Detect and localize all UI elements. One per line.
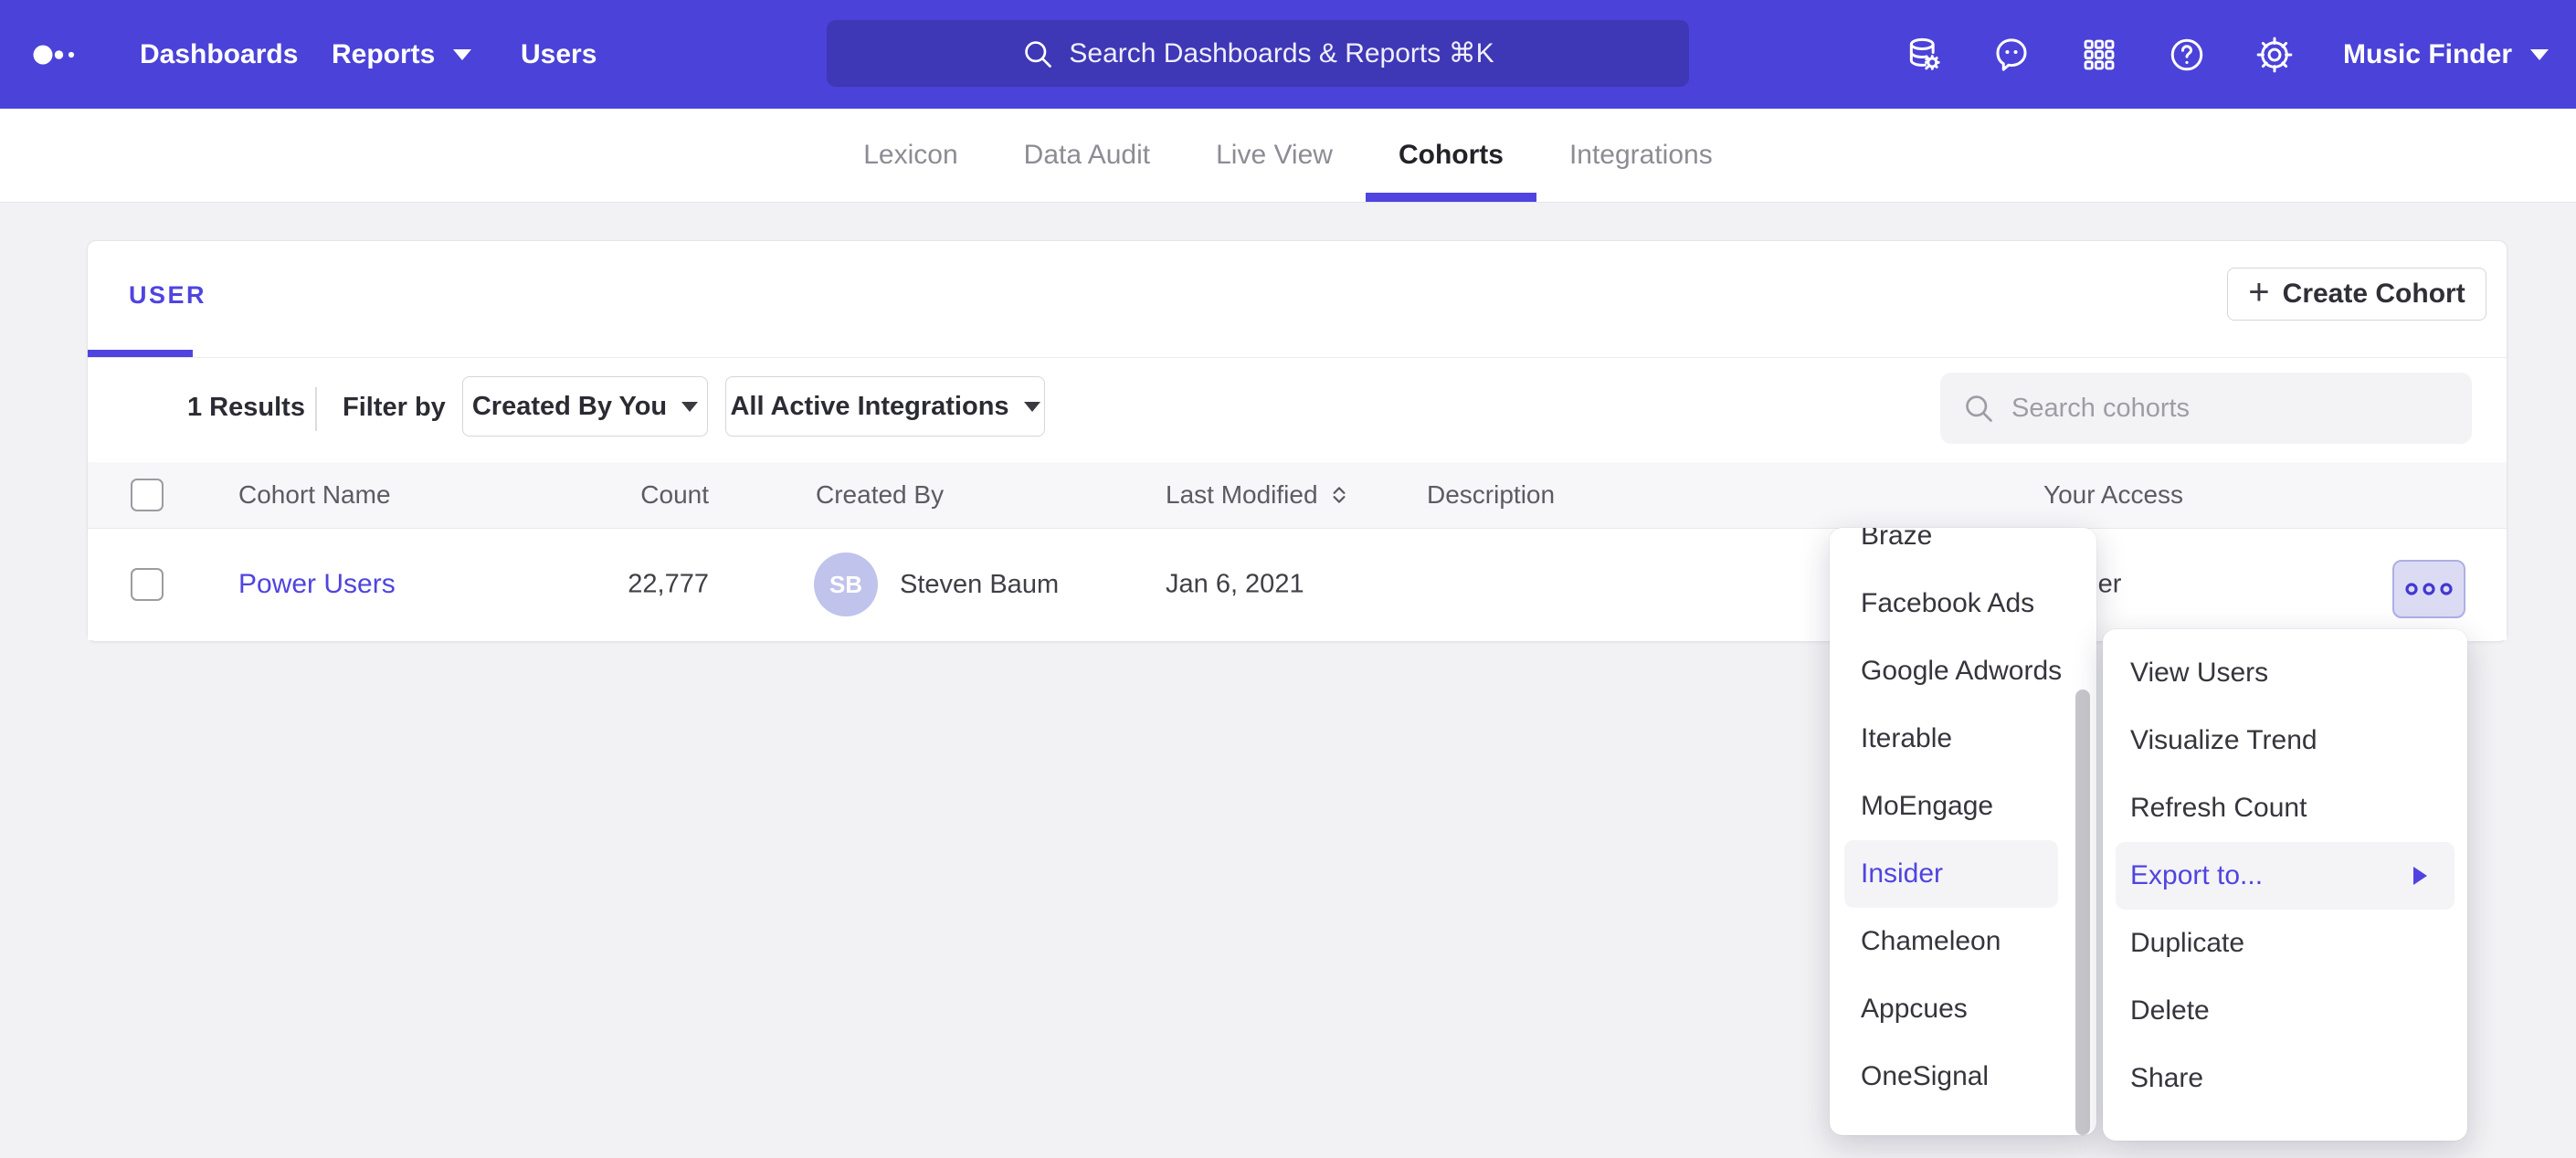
tab-integrations[interactable]: Integrations bbox=[1536, 109, 1746, 202]
settings-gear-icon[interactable] bbox=[2255, 36, 2294, 74]
row-context-menu: View Users Visualize Trend Refresh Count… bbox=[2103, 629, 2467, 1141]
last-modified-cell: Jan 6, 2021 bbox=[1166, 570, 1304, 600]
cohort-name-link[interactable]: Power Users bbox=[238, 569, 396, 600]
global-search-bar[interactable]: Search Dashboards & Reports ⌘K bbox=[827, 20, 1689, 87]
divider bbox=[88, 357, 2507, 358]
create-cohort-button[interactable]: + Create Cohort bbox=[2227, 268, 2486, 321]
brand-dots-logo-icon bbox=[33, 44, 75, 66]
menu-item-delete[interactable]: Delete bbox=[2103, 977, 2467, 1045]
plus-icon: + bbox=[2248, 274, 2269, 311]
active-tab-underline bbox=[1366, 193, 1536, 202]
section-tabs: Lexicon Data Audit Live View Cohorts Int… bbox=[0, 109, 2576, 203]
header-created-by[interactable]: Created By bbox=[816, 480, 944, 510]
tab-cohorts[interactable]: Cohorts bbox=[1366, 109, 1536, 202]
menu-item-view-users[interactable]: View Users bbox=[2103, 639, 2467, 707]
submenu-item-onesignal[interactable]: OneSignal bbox=[1830, 1043, 2096, 1111]
help-icon[interactable] bbox=[2168, 36, 2206, 74]
chevron-down-icon bbox=[2530, 49, 2549, 60]
submenu-item-moengage[interactable]: MoEngage bbox=[1830, 773, 2096, 840]
feedback-icon[interactable] bbox=[1992, 36, 2031, 74]
submenu-item-insider[interactable]: Insider bbox=[1844, 840, 2058, 908]
submenu-item-braze[interactable]: Braze bbox=[1830, 528, 2096, 570]
user-tab-underline bbox=[88, 350, 193, 357]
creator-name: Steven Baum bbox=[900, 570, 1059, 600]
data-management-icon[interactable] bbox=[1905, 36, 1943, 74]
brand-dots-logo-icon[interactable] bbox=[33, 44, 75, 66]
submenu-scrollbar[interactable] bbox=[2075, 690, 2090, 1135]
cohort-count: 22,777 bbox=[526, 570, 709, 600]
tab-cohorts-label: Cohorts bbox=[1399, 140, 1504, 171]
tab-user-cohorts[interactable]: USER bbox=[129, 281, 206, 310]
header-last-modified-label: Last Modified bbox=[1166, 480, 1318, 510]
top-nav-bar: Dashboards Reports Users Search Dashboar… bbox=[0, 0, 2576, 109]
tab-live-view[interactable]: Live View bbox=[1183, 109, 1366, 202]
menu-item-refresh-count[interactable]: Refresh Count bbox=[2103, 774, 2467, 842]
table-row: Power Users 22,777 SB Steven Baum Jan 6,… bbox=[88, 529, 2507, 640]
workspace-name: Music Finder bbox=[2343, 39, 2512, 70]
nav-item-reports[interactable]: Reports bbox=[332, 39, 471, 70]
submenu-item-appcues[interactable]: Appcues bbox=[1830, 975, 2096, 1043]
nav-item-dashboards[interactable]: Dashboards bbox=[140, 39, 298, 70]
nav-item-users[interactable]: Users bbox=[521, 39, 596, 70]
search-icon bbox=[1021, 37, 1054, 70]
submenu-item-iterable[interactable]: Iterable bbox=[1830, 705, 2096, 773]
chevron-down-icon bbox=[453, 49, 471, 60]
workspace-switcher[interactable]: Music Finder bbox=[2343, 39, 2549, 70]
create-cohort-label: Create Cohort bbox=[2283, 279, 2465, 310]
header-your-access[interactable]: Your Access bbox=[2043, 480, 2183, 510]
filter-integrations-value: All Active Integrations bbox=[730, 392, 1008, 422]
search-icon bbox=[1962, 392, 1995, 425]
header-cohort-name[interactable]: Cohort Name bbox=[238, 480, 391, 510]
menu-item-visualize-trend[interactable]: Visualize Trend bbox=[2103, 707, 2467, 774]
submenu-item-chameleon[interactable]: Chameleon bbox=[1830, 908, 2096, 975]
header-count[interactable]: Count bbox=[581, 480, 709, 510]
nav-item-reports-label: Reports bbox=[332, 39, 435, 70]
cohorts-panel: USER + Create Cohort 1 Results Filter by… bbox=[87, 240, 2507, 642]
table-header-row: Cohort Name Count Created By Last Modifi… bbox=[88, 462, 2507, 529]
apps-grid-icon[interactable] bbox=[2080, 36, 2118, 74]
export-to-submenu: Braze Facebook Ads Google Adwords Iterab… bbox=[1830, 528, 2096, 1135]
submenu-arrow-icon bbox=[2413, 867, 2427, 885]
menu-item-export-to-label: Export to... bbox=[2130, 860, 2263, 891]
sort-icon[interactable] bbox=[1327, 483, 1351, 507]
cohort-search-field[interactable] bbox=[1940, 373, 2472, 444]
menu-item-export-to[interactable]: Export to... bbox=[2116, 842, 2455, 910]
global-search-placeholder: Search Dashboards & Reports ⌘K bbox=[1069, 37, 1494, 69]
results-count: 1 Results bbox=[187, 393, 305, 423]
header-last-modified[interactable]: Last Modified bbox=[1166, 480, 1351, 510]
filter-integrations-dropdown[interactable]: All Active Integrations bbox=[725, 376, 1045, 437]
submenu-item-google-adwords[interactable]: Google Adwords bbox=[1830, 637, 2096, 705]
tab-lexicon[interactable]: Lexicon bbox=[830, 109, 990, 202]
header-description[interactable]: Description bbox=[1427, 480, 1555, 510]
top-nav-actions: Music Finder bbox=[1905, 0, 2549, 109]
app-window: Dashboards Reports Users Search Dashboar… bbox=[0, 0, 2576, 1158]
filter-created-by-dropdown[interactable]: Created By You bbox=[462, 376, 708, 437]
menu-item-share[interactable]: Share bbox=[2103, 1045, 2467, 1112]
chevron-down-icon bbox=[1024, 402, 1040, 412]
submenu-item-facebook-ads[interactable]: Facebook Ads bbox=[1830, 570, 2096, 637]
filter-by-label: Filter by bbox=[343, 393, 446, 423]
row-checkbox[interactable] bbox=[131, 568, 164, 601]
tab-data-audit[interactable]: Data Audit bbox=[991, 109, 1183, 202]
chevron-down-icon bbox=[681, 402, 698, 412]
select-all-checkbox[interactable] bbox=[131, 479, 164, 511]
created-by-cell: SB Steven Baum bbox=[814, 553, 1059, 616]
cohort-search-input[interactable] bbox=[2011, 394, 2413, 424]
menu-item-duplicate[interactable]: Duplicate bbox=[2103, 910, 2467, 977]
filter-created-by-value: Created By You bbox=[472, 392, 667, 422]
ellipsis-icon bbox=[2404, 582, 2454, 596]
row-actions-button[interactable] bbox=[2392, 560, 2465, 618]
avatar: SB bbox=[814, 553, 878, 616]
divider bbox=[315, 387, 317, 431]
